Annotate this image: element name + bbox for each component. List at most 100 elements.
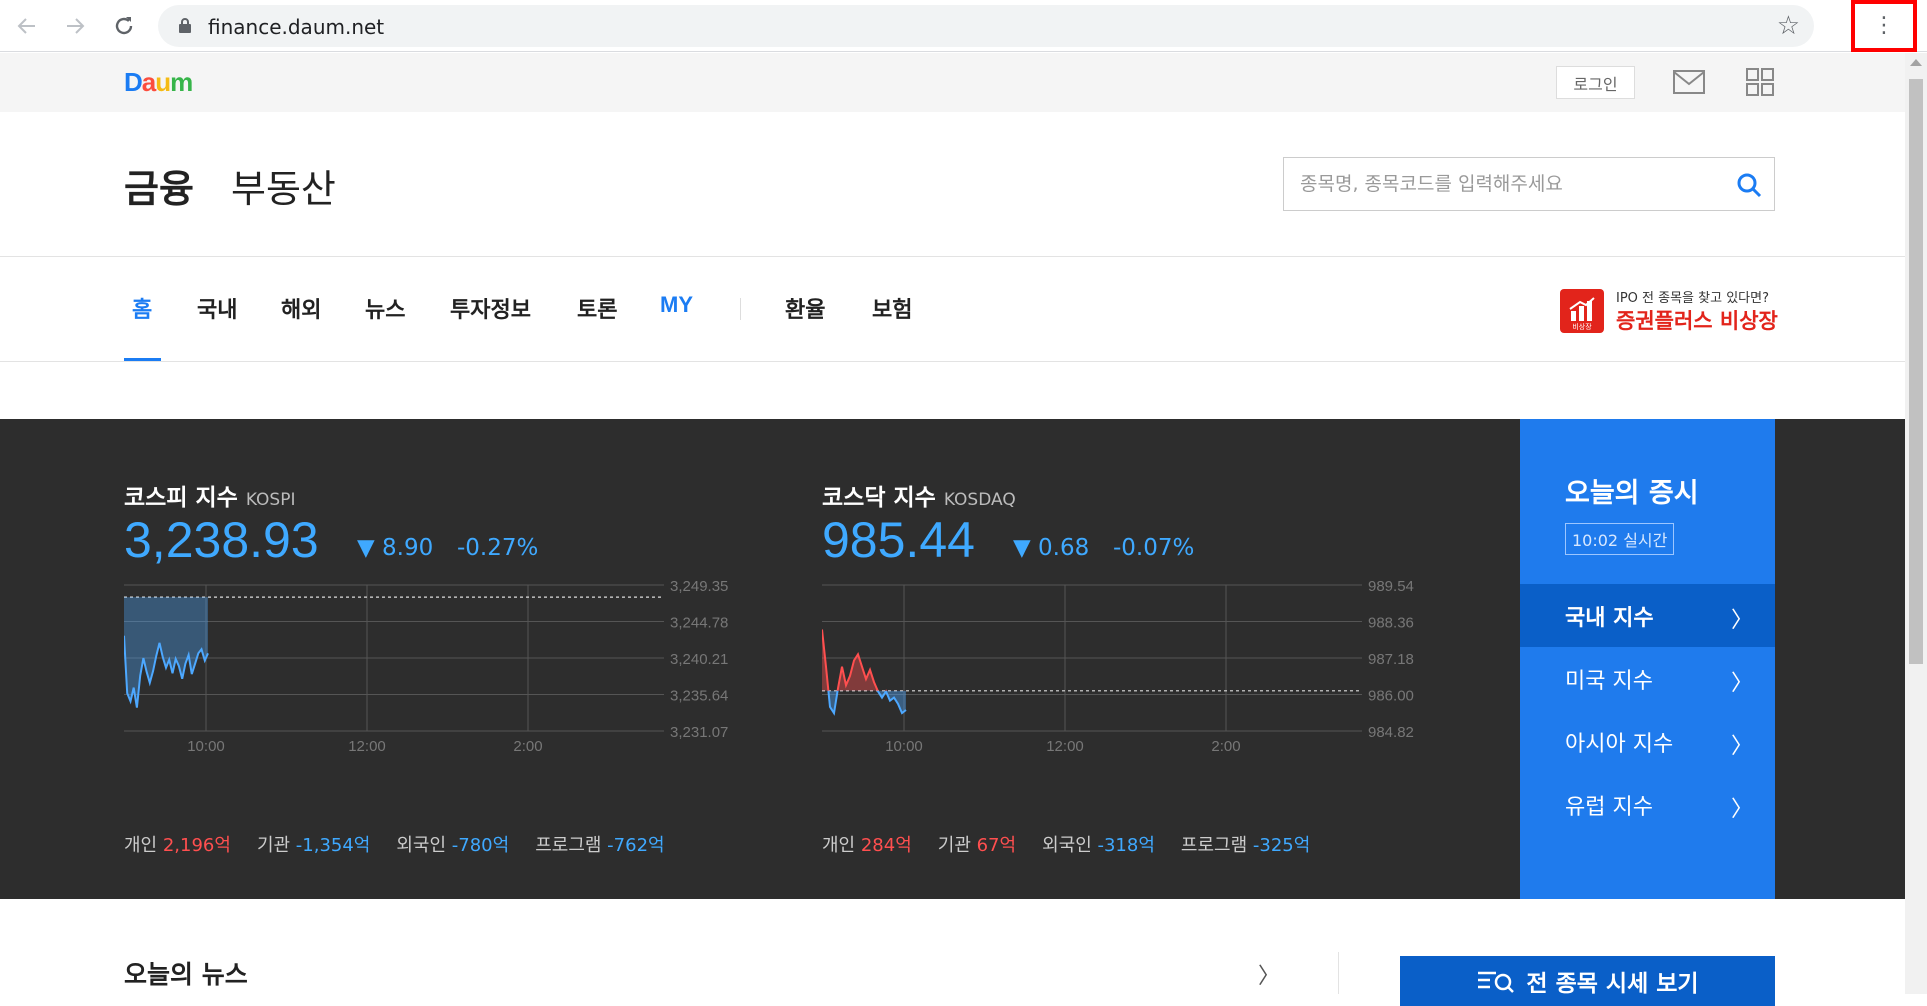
search-icon[interactable] bbox=[1736, 172, 1762, 198]
browser-menu-button[interactable]: ⋮ bbox=[1851, 0, 1917, 52]
investor-item: 기관 -1,354억 bbox=[257, 835, 370, 856]
today-item-asia-index[interactable]: 아시아 지수 〉 bbox=[1520, 710, 1775, 773]
y-tick-label: 3,235.64 bbox=[670, 688, 728, 705]
kosdaq-investors: 개인 284억 기관 67억 외국인 -318억 프로그램 -325억 bbox=[822, 831, 1336, 857]
lock-icon bbox=[179, 18, 191, 33]
kospi-code: KOSPI bbox=[245, 490, 296, 510]
nav-exchange[interactable]: 환율 bbox=[785, 292, 825, 324]
investor-label: 외국인 bbox=[396, 835, 452, 856]
investor-value: -780억 bbox=[451, 835, 510, 856]
investor-label: 기관 bbox=[937, 835, 977, 856]
all-stocks-label: 전 종목 시세 보기 bbox=[1526, 971, 1699, 997]
x-tick-label: 10:00 bbox=[885, 738, 923, 755]
divider bbox=[0, 256, 1905, 257]
y-tick-label: 989.54 bbox=[1368, 578, 1414, 595]
divider bbox=[0, 361, 1905, 362]
vertical-dots-icon: ⋮ bbox=[1873, 13, 1895, 38]
y-tick-label: 986.00 bbox=[1368, 688, 1414, 705]
all-stocks-button[interactable]: 전 종목 시세 보기 bbox=[1400, 956, 1775, 1006]
today-item-europe-index[interactable]: 유럽 지수 〉 bbox=[1520, 773, 1775, 836]
daum-logo[interactable]: Daum bbox=[124, 67, 193, 98]
investor-value: -1,354억 bbox=[295, 835, 371, 856]
daum-topbar: Daum 로그인 bbox=[0, 53, 1905, 112]
address-bar[interactable]: finance.daum.net ☆ bbox=[158, 5, 1814, 47]
today-market-title: 오늘의 증시 bbox=[1565, 478, 1699, 509]
x-tick-label: 2:00 bbox=[1211, 738, 1240, 755]
x-tick-label: 12:00 bbox=[1046, 738, 1084, 755]
today-item-label: 미국 지수 bbox=[1565, 669, 1653, 694]
realestate-title[interactable]: 부동산 bbox=[231, 158, 336, 213]
investor-value: -318억 bbox=[1097, 835, 1155, 856]
today-market-panel: 오늘의 증시 10:02 실시간 국내 지수 〉 미국 지수 〉 아시아 지수 〉 유… bbox=[1520, 419, 1775, 899]
logo-letter: m bbox=[170, 67, 193, 97]
chevron-right-icon: 〉 bbox=[1730, 608, 1753, 633]
investor-label: 프로그램 bbox=[535, 835, 608, 856]
y-tick-label: 988.36 bbox=[1368, 615, 1414, 632]
investor-value: 2,196억 bbox=[162, 835, 231, 856]
kospi-title[interactable]: 코스피 지수 KOSPI bbox=[124, 478, 295, 512]
investor-item: 개인 2,196억 bbox=[124, 835, 231, 856]
chevron-right-icon[interactable]: 〉 bbox=[1258, 958, 1280, 990]
browser-toolbar: finance.daum.net ☆ ⋮ bbox=[0, 0, 1927, 52]
y-tick-label: 3,249.35 bbox=[670, 578, 728, 595]
series-area bbox=[124, 597, 208, 708]
nav-news[interactable]: 뉴스 bbox=[365, 292, 405, 324]
bookmark-star-icon[interactable]: ☆ bbox=[1777, 11, 1800, 41]
investor-label: 프로그램 bbox=[1180, 835, 1253, 856]
investor-value: 284억 bbox=[860, 835, 912, 856]
nav-domestic[interactable]: 국내 bbox=[197, 292, 237, 324]
kosdaq-change-pct: -0.07% bbox=[1113, 535, 1195, 561]
kosdaq-title[interactable]: 코스닥 지수 KOSDAQ bbox=[822, 478, 1016, 512]
kospi-change: ▼ 8.90 bbox=[357, 535, 434, 561]
login-button[interactable]: 로그인 bbox=[1556, 66, 1635, 99]
y-tick-label: 3,231.07 bbox=[670, 724, 728, 741]
investor-item: 프로그램 -762억 bbox=[535, 835, 664, 856]
scrollbar-thumb[interactable] bbox=[1909, 79, 1923, 664]
nav-insurance[interactable]: 보험 bbox=[872, 292, 912, 324]
nav-my[interactable]: MY bbox=[660, 292, 693, 318]
today-item-domestic-index[interactable]: 국내 지수 〉 bbox=[1520, 584, 1775, 647]
reload-icon[interactable] bbox=[106, 8, 142, 44]
nav-home[interactable]: 홈 bbox=[132, 292, 152, 324]
search-input[interactable] bbox=[1300, 170, 1720, 198]
investor-label: 개인 bbox=[822, 835, 861, 856]
ad-banner[interactable]: 비상장 IPO 전 종목을 찾고 있다면? 증권플러스 비상장 bbox=[1560, 287, 1780, 335]
nav-overseas[interactable]: 해외 bbox=[281, 292, 321, 324]
investor-item: 외국인 -318억 bbox=[1042, 835, 1155, 856]
mail-icon[interactable] bbox=[1673, 70, 1705, 94]
investor-label: 기관 bbox=[256, 835, 296, 856]
today-item-us-index[interactable]: 미국 지수 〉 bbox=[1520, 647, 1775, 710]
x-tick-label: 10:00 bbox=[187, 738, 225, 755]
investor-item: 기관 67억 bbox=[938, 835, 1016, 856]
kospi-chart[interactable]: 3,249.35 3,244.78 3,240.21 3,235.64 3,231.07… bbox=[124, 561, 744, 761]
kospi-change-pct: -0.27% bbox=[457, 535, 539, 561]
logo-letter: D bbox=[124, 67, 143, 97]
kosdaq-change: ▼ 0.68 bbox=[1013, 535, 1090, 561]
divider bbox=[1338, 952, 1339, 994]
investor-item: 프로그램 -325억 bbox=[1181, 835, 1310, 856]
kosdaq-chart[interactable]: 989.54 988.36 987.18 986.00 984.82 10:00 12:00… bbox=[822, 561, 1442, 761]
investor-label: 외국인 bbox=[1042, 835, 1098, 856]
finance-title[interactable]: 금융 bbox=[124, 158, 194, 213]
scroll-up-icon[interactable] bbox=[1910, 59, 1922, 66]
chevron-right-icon: 〉 bbox=[1730, 734, 1753, 759]
back-arrow-icon[interactable] bbox=[9, 8, 45, 44]
x-tick-label: 12:00 bbox=[348, 738, 386, 755]
today-news-title[interactable]: 오늘의 뉴스 bbox=[124, 955, 248, 991]
nav-separator bbox=[740, 298, 741, 320]
kospi-name: 코스피 지수 bbox=[124, 485, 238, 511]
investor-value: -762억 bbox=[607, 835, 665, 856]
apps-grid-icon[interactable] bbox=[1746, 68, 1774, 96]
scrollbar[interactable] bbox=[1905, 53, 1927, 994]
investor-value: -325억 bbox=[1252, 835, 1311, 856]
y-tick-label: 3,240.21 bbox=[670, 651, 728, 668]
today-item-label: 국내 지수 bbox=[1565, 606, 1654, 631]
search-box bbox=[1283, 157, 1775, 211]
kospi-investors: 개인 2,196억 기관 -1,354억 외국인 -780억 프로그램 -762억 bbox=[124, 831, 691, 857]
x-tick-label: 2:00 bbox=[513, 738, 542, 755]
kosdaq-code: KOSDAQ bbox=[943, 490, 1016, 510]
nav-investment-info[interactable]: 투자정보 bbox=[450, 292, 531, 324]
nav-discussion[interactable]: 토론 bbox=[577, 292, 617, 324]
forward-arrow-icon[interactable] bbox=[57, 8, 93, 44]
realtime-badge: 10:02 실시간 bbox=[1565, 523, 1675, 555]
